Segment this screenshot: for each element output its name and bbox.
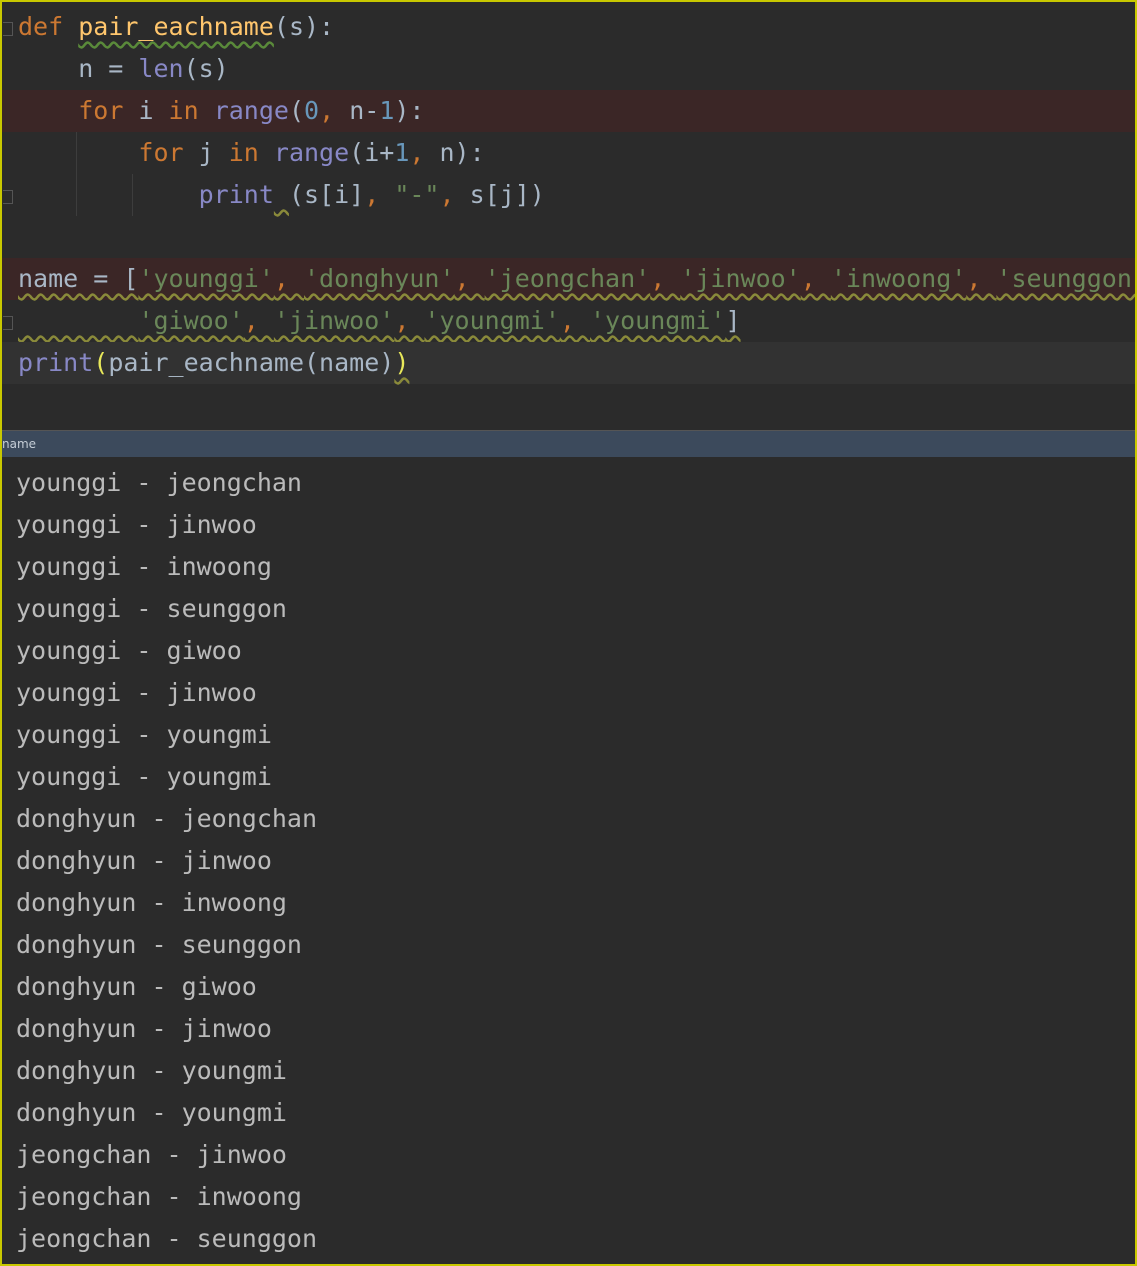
console-output: younggi - jeongchan younggi - jinwoo young… [2,458,1135,1264]
code-token: ( [288,96,305,125]
code-token: (s) [183,54,229,83]
code-token: n- [349,96,380,125]
code-token: 'giwoo' [138,306,244,335]
console-output-line: younggi - inwoong [16,552,272,581]
code-token: 'youngmi' [590,306,726,335]
code-token: s[j]) [469,180,545,209]
code-token: in [228,138,274,167]
code-line[interactable]: for i in range(0, n-1): [2,90,1135,132]
console-output-line: donghyun - jinwoo [16,1014,272,1043]
code-token: , [409,138,440,167]
code-token: (i+ [349,138,395,167]
code-token: (s): [273,12,335,41]
code-token: (s[i] [288,180,365,209]
code-token: 0 [304,96,320,125]
code-line[interactable]: print (s[i], "-", s[j]) [2,174,1135,216]
code-token: ): [394,96,425,125]
code-token: , [273,264,304,293]
code-token: range [213,96,289,125]
console-output-line: younggi - youngmi [16,762,272,791]
code-token: len [138,54,184,83]
code-token: for [78,96,139,125]
console-output-line: younggi - giwoo [16,636,242,665]
code-token: , [243,306,274,335]
code-token: ) [394,348,410,377]
console-output-line: jeongchan - jinwoo [16,1140,287,1169]
code-token: ] [725,306,741,335]
code-token: 'younggi' [138,264,274,293]
console-output-line: donghyun - seunggon [16,930,302,959]
code-token: in [168,96,214,125]
code-token: n = [18,54,139,83]
console-output-line: jeongchan - inwoong [16,1182,302,1211]
console-output-line: donghyun - giwoo [16,972,257,1001]
code-token: , [559,306,590,335]
code-token: "-" [394,180,440,209]
console-output-line: donghyun - jeongchan [16,804,318,833]
console-output-line: donghyun - inwoong [16,888,287,917]
console-output-line: younggi - youngmi [16,720,272,749]
code-token: 'inwoong' [830,264,967,293]
console-tab-label[interactable]: name [2,437,36,451]
console-output-line: younggi - jinwoo [16,510,257,539]
code-line[interactable]: 'giwoo', 'jinwoo', 'youngmi', 'youngmi'] [2,300,1135,342]
code-token: , [800,264,831,293]
code-token: pair_eachname(name) [108,348,395,377]
console-output-line: donghyun - jinwoo [16,846,272,875]
code-token: 'jinwoo' [680,264,801,293]
code-token: , [394,306,425,335]
code-line[interactable]: print(pair_eachname(name)) [2,342,1135,384]
console-output-line: younggi - seunggon [16,594,287,623]
code-token: 'jinwoo' [273,306,395,335]
code-token: name = [ [18,264,139,293]
code-token: print [198,180,274,209]
code-token: , [650,264,681,293]
console-tab-bar[interactable]: name [2,430,1135,457]
code-token: , [364,180,395,209]
code-token: , [454,264,485,293]
code-token: def [18,12,79,41]
window-frame: def pair_eachname(s): n = len(s) for i i… [0,0,1137,1266]
code-token: i [138,96,169,125]
code-token: j [198,138,229,167]
code-token: ( [93,348,109,377]
code-token: 'jeongchan' [484,264,651,293]
code-token: for [138,138,199,167]
code-token: 1 [379,96,395,125]
code-token: range [273,138,350,167]
code-token: 1 [394,138,410,167]
console-output-line: jeongchan - seunggon [16,1224,318,1253]
code-editor[interactable]: def pair_eachname(s): n = len(s) for i i… [2,2,1135,428]
code-token: pair_eachname [78,12,274,41]
code-token: 'donghyun' [304,264,455,293]
code-token: 'youngmi' [424,306,560,335]
code-line[interactable]: for j in range(i+1, n): [2,132,1135,174]
console-output-line: younggi - jeongchan [16,468,302,497]
console-output-line: donghyun - youngmi [16,1056,287,1085]
console-output-line: younggi - jinwoo [16,678,257,707]
code-token: , [439,180,470,209]
code-line[interactable]: name = ['younggi', 'donghyun', 'jeongcha… [2,258,1135,300]
console-output-line: donghyun - youngmi [16,1098,287,1127]
code-line[interactable]: n = len(s) [2,48,1135,90]
code-line[interactable]: def pair_eachname(s): [2,6,1135,48]
code-token: , [966,264,997,293]
code-token: print [18,348,94,377]
code-token: n): [439,138,485,167]
code-token: , [319,96,350,125]
code-token: 'seunggon' [996,264,1137,293]
code-line[interactable] [2,216,1135,258]
